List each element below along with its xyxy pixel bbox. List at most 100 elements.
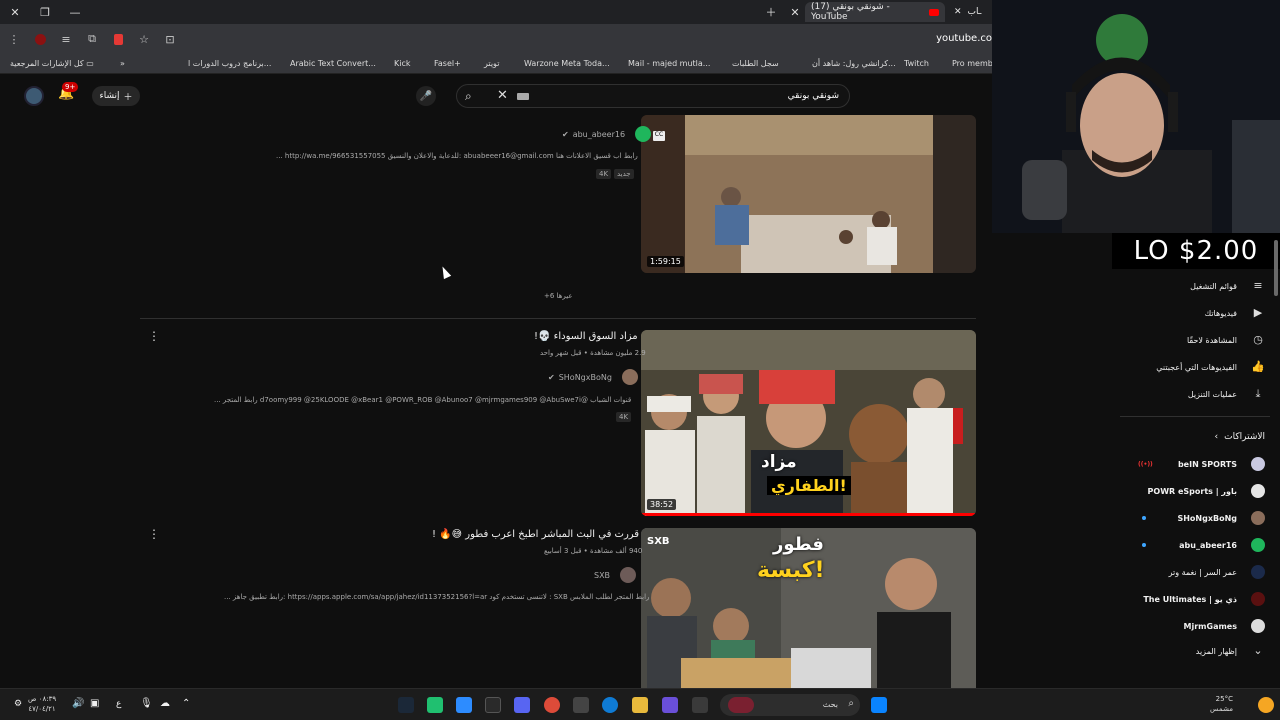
bookmark[interactable]: كرانشي رول: شاهد أن... — [812, 59, 896, 68]
sidebar-item-watch-later[interactable]: المشاهدة لاحقًا ◷ — [1120, 328, 1265, 352]
more-results-link[interactable]: +6 عيرها — [544, 292, 573, 300]
steam-icon[interactable] — [398, 697, 414, 713]
screen-share-icon[interactable]: ⊡ — [158, 27, 182, 51]
copilot-icon[interactable] — [662, 697, 678, 713]
task-view-icon[interactable] — [692, 697, 708, 713]
bookmark[interactable]: Mail - majed mutla... — [628, 59, 710, 68]
zoom-icon[interactable] — [456, 697, 472, 713]
bookmark[interactable]: Pro membe — [952, 59, 998, 68]
sidebar-item-subscription[interactable]: The Ultimates | ذي يو — [1120, 587, 1265, 611]
sidebar-item-subscription[interactable]: MjrmGames — [1120, 614, 1265, 638]
clock-date: ٤٧/٠٤/٢١ — [28, 705, 56, 713]
app-icon[interactable] — [427, 697, 443, 713]
sidebar-item-playlists[interactable]: قوائم التشغيل ≡ — [1120, 274, 1265, 298]
search-input[interactable]: ⌕ ✕ شونقي بونقي — [456, 84, 850, 108]
microphone-icon[interactable]: 🎙 — [140, 698, 153, 709]
bookmark[interactable]: Warzone Meta Toda... — [524, 59, 610, 68]
channel-link[interactable]: ✔ SHoNgxBoNg — [548, 369, 638, 385]
sidebar-item-subscription[interactable]: عمر السر | نغمة وتر — [1120, 560, 1265, 584]
red-extension-icon[interactable] — [106, 27, 130, 51]
windows-taskbar: ⚙ ٠٨:٣٩ ص ٤٧/٠٤/٢١ 🔊 ▣ ع 🎙 ☁ ⌃ بحث ⌕ 25°C… — [0, 688, 1280, 720]
download-icon: ⤓ — [1255, 387, 1261, 400]
sidebar-item-subscription[interactable]: beIN SPORTS ((•)) — [1120, 452, 1265, 476]
bookmarks-bar: كل الإشارات المرجعية ▭ » برنامج دروب الد… — [0, 54, 998, 74]
search-icon: ⌕ — [848, 698, 854, 709]
tab-other[interactable]: ✕ ـاب — [950, 2, 992, 22]
onedrive-icon[interactable]: ☁ — [160, 698, 170, 709]
windows-start-icon[interactable] — [871, 697, 887, 713]
sidebar-item-subscription[interactable]: POWR eSports | باور — [1120, 479, 1265, 503]
show-more-button[interactable]: إظهار المزيد ⌄ — [1120, 639, 1265, 663]
video-thumbnail[interactable]: مزاد الطفاري! 38:52 — [641, 330, 976, 516]
playlist-extension-icon[interactable]: ≡ — [54, 27, 78, 51]
weather-widget[interactable]: 25°C مشمس — [1210, 694, 1233, 714]
voice-search-icon[interactable]: 🎤 — [416, 86, 436, 106]
create-label: إنشاء — [99, 91, 120, 101]
create-button[interactable]: إنشاء ＋ — [92, 86, 140, 106]
extension-icon[interactable] — [28, 27, 52, 51]
sidebar-item-label: عمر السر | نغمة وتر — [1168, 567, 1237, 577]
channel-avatar — [1251, 511, 1265, 525]
bookmark[interactable]: برنامج دروب الدورات ا... — [188, 59, 271, 68]
channel-avatar — [1251, 457, 1265, 471]
app-icon[interactable] — [485, 697, 501, 713]
discord-icon[interactable] — [514, 697, 530, 713]
channel-avatar — [621, 369, 638, 385]
bookmark[interactable]: Arabic Text Convert... — [290, 59, 376, 68]
bookmark[interactable]: سجل الطلبات — [732, 59, 779, 68]
bookmark[interactable]: تويتر — [484, 59, 499, 68]
channel-link[interactable]: SXB — [594, 567, 637, 583]
video-thumbnail[interactable]: CC 1:59:15 — [641, 115, 976, 273]
video-description: ... رابط تطبيق جاهز: https://apps.apple.… — [224, 593, 650, 601]
keyboard-icon[interactable] — [517, 93, 529, 100]
sidebar-item-liked[interactable]: الفيديوهات التي أعجبتني 👍 — [1120, 355, 1265, 379]
edge-icon[interactable] — [602, 697, 618, 713]
sidebar-item-your-videos[interactable]: فيديوهاتك ▶ — [1120, 301, 1265, 325]
account-avatar[interactable] — [24, 86, 44, 106]
sidebar-item-label: SHoNgxBoNg — [1177, 513, 1237, 523]
bookmark[interactable]: Kick — [394, 59, 411, 68]
clock[interactable]: ٠٨:٣٩ ص ٤٧/٠٤/٢١ — [28, 694, 56, 714]
channel-avatar — [1251, 592, 1265, 606]
taskbar-search[interactable]: بحث ⌕ — [720, 694, 860, 716]
restore-window-icon[interactable]: ❐ — [30, 0, 60, 24]
clear-search-icon[interactable]: ✕ — [497, 88, 508, 103]
minimize-window-icon[interactable]: — — [60, 0, 90, 24]
video-title[interactable]: قررت في البث المباشر اطبخ اعرب فطور 😅🔥 ! — [432, 529, 639, 540]
sidebar-item-subscription[interactable]: abu_abeer16 — [1120, 533, 1265, 557]
puzzle-icon[interactable]: ⧉ — [80, 27, 104, 51]
video-title[interactable]: مزاد السوق السوداء 💀! — [534, 331, 638, 342]
search-icon[interactable]: ⌕ — [465, 89, 472, 104]
more-options-icon[interactable]: ⋮ — [148, 527, 160, 541]
bookmark-star-icon[interactable]: ☆ — [132, 27, 156, 51]
chrome-icon[interactable] — [544, 697, 560, 713]
store-icon[interactable] — [573, 697, 589, 713]
close-window-icon[interactable]: ✕ — [0, 0, 30, 24]
more-bookmarks-icon[interactable]: » — [120, 59, 125, 68]
sidebar-item-subscription[interactable]: SHoNgxBoNg — [1120, 506, 1265, 530]
channel-link[interactable]: ✔ abu_abeer16 — [562, 126, 652, 142]
sidebar-item-downloads[interactable]: عمليات التنزيل ⤓ — [1120, 382, 1265, 406]
tab-youtube[interactable]: (17) شونقي بونقي - YouTube — [805, 2, 945, 22]
menu-dots-icon[interactable]: ⋮ — [2, 27, 26, 51]
cc-icon: CC — [653, 131, 665, 141]
tray-chevron-up-icon[interactable]: ⌃ — [182, 698, 190, 709]
more-options-icon[interactable]: ⋮ — [148, 329, 160, 343]
playlist-icon: ≡ — [1253, 279, 1263, 292]
video-thumbnail[interactable]: SXB فطور كبسة! — [641, 528, 976, 688]
notification-icon[interactable]: ⚙ — [14, 699, 22, 709]
language-indicator[interactable]: ع — [116, 699, 121, 709]
folder-icon[interactable] — [632, 697, 648, 713]
address-bar[interactable]: youtube.co — [936, 33, 992, 44]
notifications-bell-icon[interactable]: 🔔 9+ — [58, 82, 80, 106]
volume-icon[interactable]: 🔊 — [72, 698, 84, 709]
tab-close-icon[interactable]: ✕ — [954, 7, 962, 17]
network-icon[interactable]: ▣ — [90, 698, 99, 709]
subscriptions-header[interactable]: ‹ الاشتراكات — [1120, 425, 1265, 449]
video-icon: ▶ — [1253, 306, 1263, 319]
bookmark[interactable]: Twitch — [904, 59, 929, 68]
video-description: ... رابط المتجر d7oomy999 @25KLOODE @xBe… — [214, 396, 632, 404]
scrollbar[interactable] — [1274, 240, 1278, 296]
all-bookmarks[interactable]: كل الإشارات المرجعية ▭ — [10, 59, 94, 68]
bookmark[interactable]: Fasel+ — [434, 59, 461, 68]
